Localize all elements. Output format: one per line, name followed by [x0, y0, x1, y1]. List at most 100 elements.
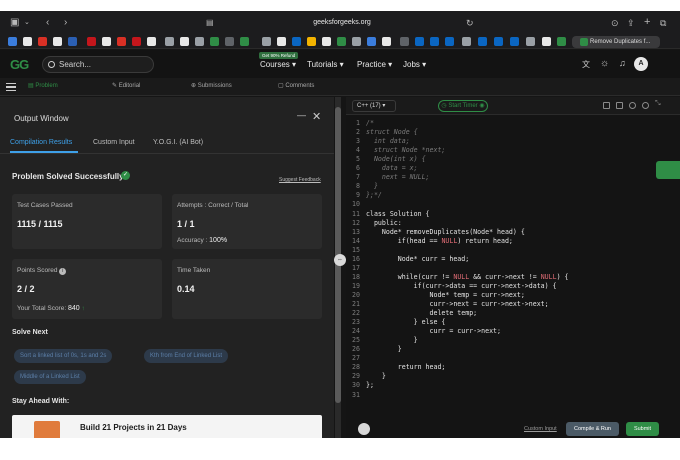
- bookmark-icon[interactable]: [557, 37, 566, 46]
- tab-yogi-ai-bot[interactable]: Y.O.G.I. (AI Bot): [153, 139, 203, 146]
- bookmark-icon[interactable]: [292, 37, 301, 46]
- bookmark-icon[interactable]: [53, 37, 62, 46]
- translate-icon[interactable]: 文: [582, 59, 590, 70]
- tab-editorial[interactable]: ✎ Editorial: [112, 82, 140, 89]
- tests-label: Test Cases Passed: [17, 202, 73, 209]
- close-icon[interactable]: ✕: [312, 110, 321, 123]
- bookmark-icon[interactable]: [322, 37, 331, 46]
- sidebar-toggle-icon[interactable]: ▣: [10, 17, 19, 29]
- tab-label: Submissions: [197, 83, 232, 89]
- bookmark-icon[interactable]: [337, 37, 346, 46]
- fullscreen-icon[interactable]: ⤡: [655, 100, 662, 107]
- promo-card[interactable]: Build 21 Projects in 21 Days: [12, 415, 322, 438]
- bookmark-icon[interactable]: [147, 37, 156, 46]
- share-icon[interactable]: ⇪: [627, 17, 635, 29]
- bookmark-icon[interactable]: [102, 37, 111, 46]
- editor-footer: Custom Input Compile & Run Submit: [346, 422, 680, 438]
- file-icon[interactable]: [616, 102, 623, 109]
- bookmark-icon[interactable]: [445, 37, 454, 46]
- bookmark-icon[interactable]: [430, 37, 439, 46]
- bookmark-icon[interactable]: [180, 37, 189, 46]
- bookmark-icon[interactable]: [117, 37, 126, 46]
- download-icon[interactable]: ⊙: [611, 17, 619, 29]
- line-number: 14: [352, 236, 360, 245]
- minimize-icon[interactable]: —: [297, 110, 306, 120]
- search-input[interactable]: Search...: [42, 56, 154, 73]
- reset-icon[interactable]: [642, 102, 649, 109]
- bookmark-icon[interactable]: [132, 37, 141, 46]
- address-bar[interactable]: geeksforgeeks.org: [200, 15, 484, 31]
- line-number: 22: [352, 309, 360, 318]
- language-select[interactable]: C++ (17) ▾: [352, 100, 396, 112]
- settings-icon[interactable]: [629, 102, 636, 109]
- code-line: struct Node {: [366, 128, 418, 137]
- resize-handle-icon[interactable]: ⇔: [334, 254, 346, 266]
- bookmark-icon[interactable]: [367, 37, 376, 46]
- solve-next-chip[interactable]: Middle of a Linked List: [14, 370, 86, 384]
- bookmark-icon[interactable]: [210, 37, 219, 46]
- bookmark-icon[interactable]: [8, 37, 17, 46]
- bookmark-icon[interactable]: [542, 37, 551, 46]
- bookmark-icon[interactable]: [240, 37, 249, 46]
- bookmark-icon[interactable]: [277, 37, 286, 46]
- nav-practice[interactable]: Practice ▾: [357, 60, 392, 69]
- bookmark-icon[interactable]: [400, 37, 409, 46]
- tab-submissions[interactable]: ⊕ Submissions: [191, 82, 232, 89]
- forward-icon[interactable]: ›: [64, 17, 67, 29]
- bookmark-icon[interactable]: [478, 37, 487, 46]
- bulb-icon[interactable]: [358, 423, 370, 435]
- code-line: } else {: [366, 318, 446, 327]
- tab-compilation-results[interactable]: Compilation Results: [10, 139, 72, 146]
- reload-icon[interactable]: ↻: [466, 17, 474, 29]
- code-editor: C++ (17) ▾ ◷ Start Timer ◉ ⤡ 1 /* 2 struct …: [346, 97, 680, 438]
- bookmark-icon[interactable]: [38, 37, 47, 46]
- bookmark-icon[interactable]: [352, 37, 361, 46]
- suggest-feedback-link[interactable]: Suggest Feedback: [279, 177, 321, 183]
- tab-overview-icon[interactable]: ⧉: [660, 17, 666, 29]
- solve-next-chip[interactable]: Sort a linked list of 0s, 1s and 2s: [14, 349, 113, 363]
- nav-courses[interactable]: Courses ▾: [260, 60, 296, 69]
- back-icon[interactable]: ‹: [46, 17, 49, 29]
- promo-badge[interactable]: Get 90% Refund: [259, 52, 299, 59]
- tab-custom-input[interactable]: Custom Input: [93, 139, 135, 146]
- copy-icon[interactable]: [603, 102, 610, 109]
- nav-tutorials[interactable]: Tutorials ▾: [307, 60, 344, 69]
- avatar[interactable]: A: [634, 57, 648, 71]
- theme-toggle-icon[interactable]: ☼: [600, 58, 609, 69]
- solve-next-chip[interactable]: Kth from End of Linked List: [144, 349, 229, 363]
- bookmark-icon[interactable]: [262, 37, 271, 46]
- bell-icon[interactable]: ♫: [619, 58, 626, 68]
- active-tab[interactable]: Remove Duplicates f...: [572, 36, 660, 48]
- menu-icon[interactable]: [6, 83, 16, 91]
- compile-run-button[interactable]: Compile & Run: [566, 422, 619, 436]
- code-line: }: [366, 372, 386, 381]
- code-line: };*/: [366, 191, 382, 200]
- line-number: 10: [352, 200, 360, 209]
- tab-problem[interactable]: ▤ Problem: [28, 82, 58, 89]
- custom-input-link[interactable]: Custom Input: [524, 426, 557, 432]
- bookmark-icon[interactable]: [68, 37, 77, 46]
- bookmark-icon[interactable]: [165, 37, 174, 46]
- bookmark-icon[interactable]: [225, 37, 234, 46]
- bookmark-icon[interactable]: [23, 37, 32, 46]
- screen: ▣ ⌄ ‹ › ▤ geeksforgeeks.org ↻ ⊙ ⇪ + ⧉ Re…: [0, 0, 680, 460]
- bookmark-icon[interactable]: [526, 37, 535, 46]
- chevron-down-icon[interactable]: ⌄: [24, 17, 30, 29]
- info-icon[interactable]: i: [59, 268, 67, 275]
- bookmark-icon[interactable]: [307, 37, 316, 46]
- start-timer-button[interactable]: ◷ Start Timer ◉: [438, 100, 488, 112]
- gfg-logo[interactable]: GG: [10, 57, 29, 72]
- bookmark-icon[interactable]: [87, 37, 96, 46]
- tab-comments[interactable]: ▢ Comments: [278, 82, 314, 89]
- nav-jobs[interactable]: Jobs ▾: [403, 60, 426, 69]
- bookmark-icon[interactable]: [510, 37, 519, 46]
- code-area[interactable]: 1 /* 2 struct Node {3 int data; 4 struct Nod…: [346, 119, 680, 399]
- bookmark-icon[interactable]: [415, 37, 424, 46]
- new-tab-icon[interactable]: +: [644, 16, 650, 28]
- bookmark-icon[interactable]: [195, 37, 204, 46]
- bookmark-icon[interactable]: [494, 37, 503, 46]
- bookmark-icon[interactable]: [462, 37, 471, 46]
- bookmark-icon[interactable]: [382, 37, 391, 46]
- submit-button[interactable]: Submit: [626, 422, 659, 436]
- chat-icon[interactable]: [656, 161, 680, 179]
